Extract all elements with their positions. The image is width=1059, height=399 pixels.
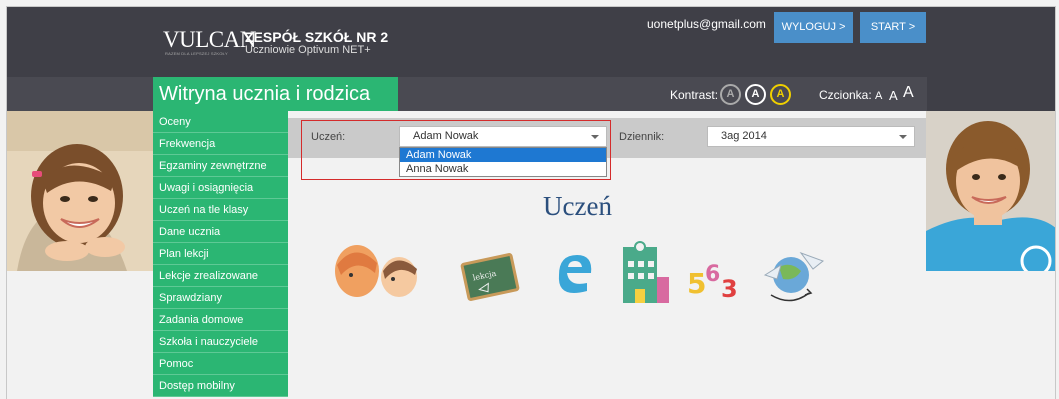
sidebar-item-plan-lekcji[interactable]: Plan lekcji [153, 243, 288, 265]
school-subtitle: Uczniowie Optivum NET+ [245, 44, 371, 56]
sidebar-item-dane-ucznia[interactable]: Dane ucznia [153, 221, 288, 243]
sidebar-item-dostep-mobilny[interactable]: Dostęp mobilny [153, 375, 288, 397]
sidebar-item-lekcje-zrealizowane[interactable]: Lekcje zrealizowane [153, 265, 288, 287]
feature-icons: lekcja 5 6 3 [335, 241, 825, 303]
chevron-down-icon [899, 135, 907, 139]
sidebar-item-uwagi[interactable]: Uwagi i osiągnięcia [153, 177, 288, 199]
e-letter-icon [558, 255, 592, 293]
contrast-yellow-button[interactable]: A [770, 84, 791, 105]
sidebar-item-frekwencja[interactable]: Frekwencja [153, 133, 288, 155]
globe-mail-icon [763, 251, 825, 302]
highlight-outline [301, 120, 611, 180]
sidebar-item-pomoc[interactable]: Pomoc [153, 353, 288, 375]
sidebar-item-oceny[interactable]: Oceny [153, 111, 288, 133]
contrast-normal-button[interactable]: A [720, 84, 741, 105]
faces-icon [335, 245, 417, 297]
sidebar-item-sprawdziany[interactable]: Sprawdziany [153, 287, 288, 309]
journal-select[interactable]: 3ag 2014 [707, 126, 915, 147]
font-large-button[interactable]: A [903, 84, 914, 102]
user-email: uonetplus@gmail.com [647, 17, 766, 31]
contrast-white-button[interactable]: A [745, 84, 766, 105]
journal-label: Dziennik: [619, 131, 665, 143]
vulcan-logo: VULCAN [163, 27, 256, 52]
girl-photo [7, 111, 153, 271]
chalkboard-icon: lekcja [460, 253, 520, 301]
grades-numbers-icon: 5 6 3 [687, 262, 738, 303]
school-name: ZESPÓŁ SZKÓŁ NR 2 [245, 29, 389, 45]
boy-photo [926, 111, 1055, 271]
start-button[interactable]: START > [860, 12, 926, 43]
sidebar-item-uczen-na-tle-klasy[interactable]: Uczeń na tle klasy [153, 199, 288, 221]
font-small-button[interactable]: A [875, 90, 882, 102]
sidebar-item-egzaminy[interactable]: Egzaminy zewnętrzne [153, 155, 288, 177]
sidebar-item-szkola[interactable]: Szkoła i nauczyciele [153, 331, 288, 353]
sidebar-item-zadania-domowe[interactable]: Zadania domowe [153, 309, 288, 331]
sidebar-nav: Oceny Frekwencja Egzaminy zewnętrzne Uwa… [153, 111, 288, 397]
number-five: 5 [687, 267, 706, 300]
font-medium-button[interactable]: A [889, 88, 898, 103]
app-frame: VULCAN RAZEM DLA LEPSZEJ SZKOŁY ZESPÓŁ S… [6, 6, 1056, 399]
section-heading: Uczeń [543, 191, 612, 221]
number-three: 3 [721, 275, 738, 303]
contrast-label: Kontrast: [670, 88, 719, 102]
logout-button[interactable]: WYLOGUJ > [774, 12, 853, 43]
logo-tagline: RAZEM DLA LEPSZEJ SZKOŁY [165, 51, 228, 56]
journal-select-value: 3ag 2014 [721, 130, 767, 142]
number-six: 6 [705, 262, 720, 287]
font-size-label: Czcionka: [819, 88, 872, 102]
page-title: Witryna ucznia i rodzica [153, 77, 398, 111]
school-building-icon [623, 241, 669, 303]
